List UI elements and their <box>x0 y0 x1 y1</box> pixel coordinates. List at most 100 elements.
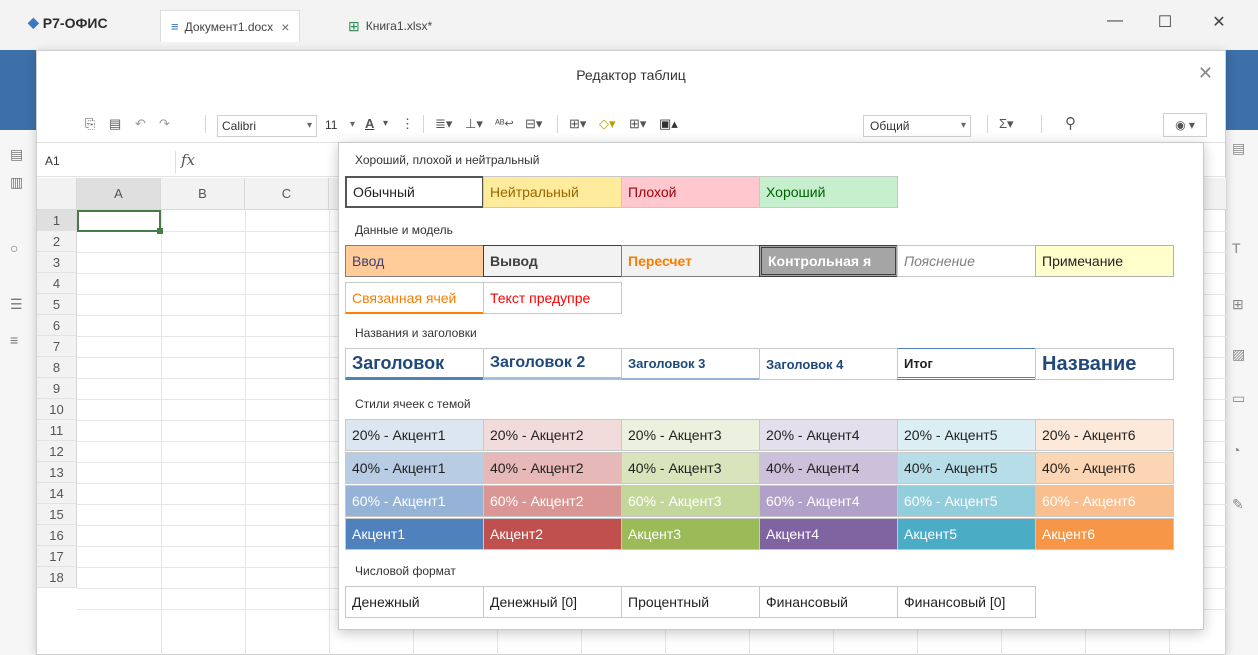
style-accent6-20[interactable]: 20% - Акцент6 <box>1035 419 1174 451</box>
style-input[interactable]: Ввод <box>345 245 484 277</box>
style-accent4[interactable]: Акцент4 <box>759 518 898 550</box>
cell-styles-icon[interactable]: ▣▴ <box>659 113 678 135</box>
style-accent3-60[interactable]: 60% - Акцент3 <box>621 485 760 517</box>
style-calculation[interactable]: Пересчет <box>621 245 760 277</box>
style-accent4-40[interactable]: 40% - Акцент4 <box>759 452 898 484</box>
style-good[interactable]: Хороший <box>759 176 898 208</box>
style-accent2-40[interactable]: 40% - Акцент2 <box>483 452 622 484</box>
style-normal[interactable]: Обычный <box>345 176 484 208</box>
style-accent2[interactable]: Акцент2 <box>483 518 622 550</box>
style-accent4-20[interactable]: 20% - Акцент4 <box>759 419 898 451</box>
select-all-corner[interactable] <box>37 178 77 210</box>
row-header[interactable]: 15 <box>37 504 77 525</box>
style-percent[interactable]: Процентный <box>621 586 760 618</box>
merge-cells-icon[interactable]: ⊟▾ <box>525 113 542 135</box>
row-header[interactable]: 8 <box>37 357 77 378</box>
style-check-cell[interactable]: Контрольная я <box>759 245 898 277</box>
row-header[interactable]: 3 <box>37 252 77 273</box>
search-icon[interactable]: ⚲ <box>1065 113 1076 135</box>
style-total[interactable]: Итог <box>897 348 1036 380</box>
style-linked-cell[interactable]: Связанная ячей <box>345 282 484 314</box>
style-currency[interactable]: Денежный <box>345 586 484 618</box>
column-header-c[interactable]: C <box>245 178 329 210</box>
style-accent1-20[interactable]: 20% - Акцент1 <box>345 419 484 451</box>
style-heading-1[interactable]: Заголовок <box>345 348 484 380</box>
style-heading-4[interactable]: Заголовок 4 <box>759 348 898 380</box>
style-accent5[interactable]: Акцент5 <box>897 518 1036 550</box>
minimize-button[interactable]: — <box>1100 12 1130 30</box>
style-note[interactable]: Примечание <box>1035 245 1174 277</box>
style-neutral[interactable]: Нейтральный <box>483 176 622 208</box>
view-settings-button[interactable]: ◉ ▾ <box>1163 113 1207 137</box>
style-accent4-60[interactable]: 60% - Акцент4 <box>759 485 898 517</box>
dialog-close-icon[interactable]: ✕ <box>1198 63 1213 84</box>
style-accent2-60[interactable]: 60% - Акцент2 <box>483 485 622 517</box>
more-format-icon[interactable]: ⋮ <box>401 113 414 135</box>
column-header-b[interactable]: B <box>161 178 245 210</box>
style-currency-0[interactable]: Денежный [0] <box>483 586 622 618</box>
row-header[interactable]: 1 <box>37 210 77 231</box>
row-header[interactable]: 6 <box>37 315 77 336</box>
style-comma[interactable]: Финансовый <box>759 586 898 618</box>
row-header[interactable]: 13 <box>37 462 77 483</box>
style-output[interactable]: Вывод <box>483 245 622 277</box>
vertical-align-icon[interactable]: ⊥▾ <box>465 113 483 135</box>
fill-handle[interactable] <box>157 228 163 234</box>
paste-icon[interactable]: ▤ <box>109 113 121 135</box>
style-heading-2[interactable]: Заголовок 2 <box>483 348 622 380</box>
style-accent3[interactable]: Акцент3 <box>621 518 760 550</box>
style-accent6[interactable]: Акцент6 <box>1035 518 1174 550</box>
tab-document[interactable]: ≡ Документ1.docx × <box>160 10 301 42</box>
style-accent3-40[interactable]: 40% - Акцент3 <box>621 452 760 484</box>
redo-icon[interactable]: ↷ <box>159 113 170 135</box>
style-accent1-40[interactable]: 40% - Акцент1 <box>345 452 484 484</box>
font-size-select[interactable]: 11 ▾ <box>321 115 359 137</box>
horizontal-align-icon[interactable]: ≣▾ <box>435 113 452 135</box>
close-tab-icon[interactable]: × <box>281 19 289 35</box>
row-header[interactable]: 4 <box>37 273 77 294</box>
tab-spreadsheet[interactable]: ⊞ Книга1.xlsx* <box>338 10 442 42</box>
borders-icon[interactable]: ⊞▾ <box>569 113 586 135</box>
style-accent3-20[interactable]: 20% - Акцент3 <box>621 419 760 451</box>
column-header-a[interactable]: A <box>77 178 161 210</box>
font-color-icon[interactable]: A <box>365 113 374 135</box>
font-color-dropdown-icon[interactable]: ▾ <box>383 113 388 135</box>
row-header[interactable]: 12 <box>37 441 77 462</box>
style-accent1[interactable]: Акцент1 <box>345 518 484 550</box>
row-header[interactable]: 17 <box>37 546 77 567</box>
copy-icon[interactable]: ⎘ <box>85 113 95 135</box>
style-accent6-60[interactable]: 60% - Акцент6 <box>1035 485 1174 517</box>
style-accent2-20[interactable]: 20% - Акцент2 <box>483 419 622 451</box>
style-warning-text[interactable]: Текст предупре <box>483 282 622 314</box>
row-header[interactable]: 16 <box>37 525 77 546</box>
row-header[interactable]: 14 <box>37 483 77 504</box>
cell-reference[interactable]: A1 <box>45 154 60 168</box>
style-accent5-20[interactable]: 20% - Акцент5 <box>897 419 1036 451</box>
row-header[interactable]: 11 <box>37 420 77 441</box>
row-header[interactable]: 9 <box>37 378 77 399</box>
sum-icon[interactable]: Σ▾ <box>999 113 1014 135</box>
row-header[interactable]: 5 <box>37 294 77 315</box>
undo-icon[interactable]: ↶ <box>135 113 146 135</box>
row-header[interactable]: 10 <box>37 399 77 420</box>
active-cell[interactable] <box>77 210 161 232</box>
row-header[interactable]: 2 <box>37 231 77 252</box>
function-icon[interactable]: fx <box>181 151 195 169</box>
wrap-text-icon[interactable]: ᴬᴮ↩ <box>495 113 514 135</box>
style-explanatory[interactable]: Пояснение <box>897 245 1036 277</box>
fill-color-icon[interactable]: ◇▾ <box>599 113 616 135</box>
app-brand[interactable]: ◆ Р7-ОФИС <box>28 14 108 31</box>
style-comma-0[interactable]: Финансовый [0] <box>897 586 1036 618</box>
style-title[interactable]: Название <box>1035 348 1174 380</box>
window-close-button[interactable]: ✕ <box>1204 12 1234 32</box>
style-accent5-40[interactable]: 40% - Акцент5 <box>897 452 1036 484</box>
style-bad[interactable]: Плохой <box>621 176 760 208</box>
maximize-button[interactable]: ☐ <box>1150 12 1180 32</box>
style-heading-3[interactable]: Заголовок 3 <box>621 348 760 380</box>
font-family-select[interactable]: Calibri ▾ <box>217 115 317 137</box>
style-accent1-60[interactable]: 60% - Акцент1 <box>345 485 484 517</box>
row-header[interactable]: 7 <box>37 336 77 357</box>
insert-table-icon[interactable]: ⊞▾ <box>629 113 646 135</box>
style-accent5-60[interactable]: 60% - Акцент5 <box>897 485 1036 517</box>
number-format-select[interactable]: Общий ▾ <box>863 115 971 137</box>
